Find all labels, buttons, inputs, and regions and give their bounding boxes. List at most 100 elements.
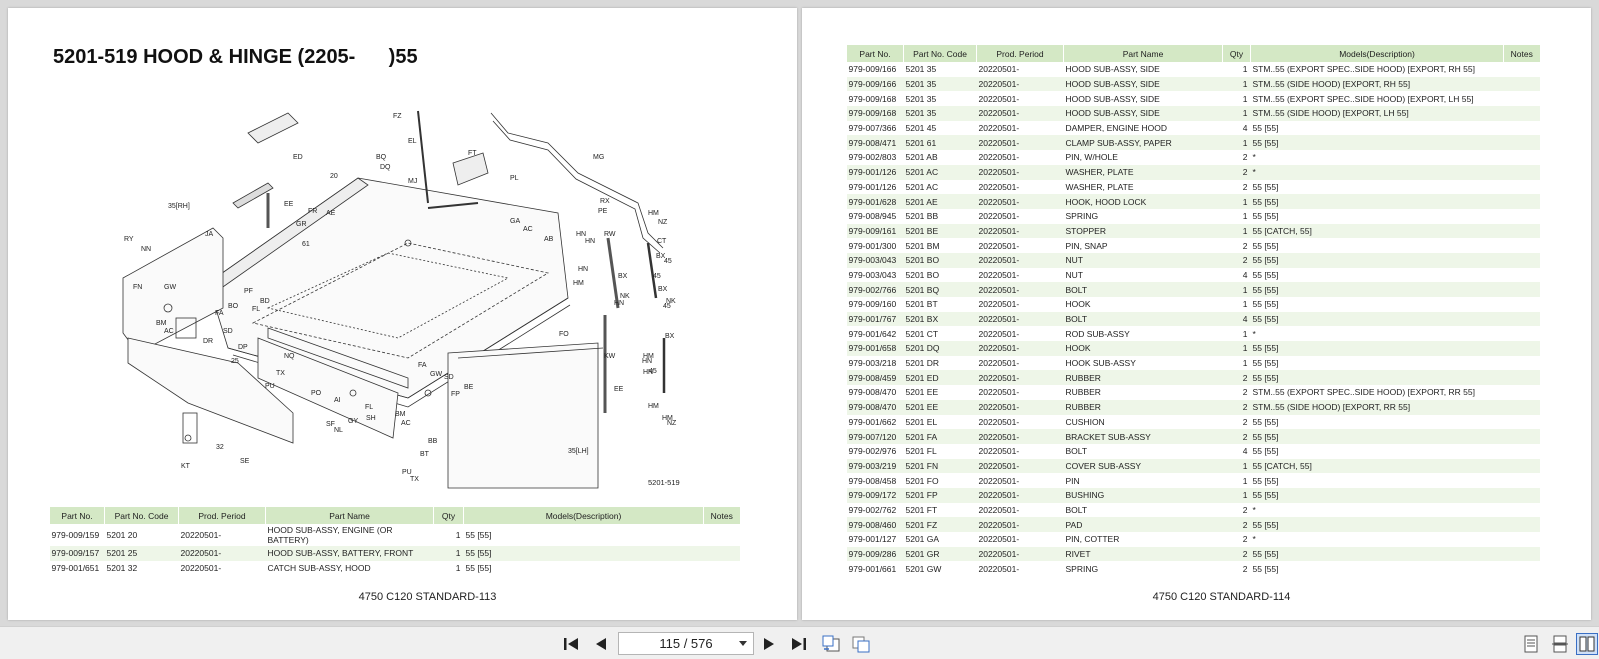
table-cell: STM..55 (SIDE HOOD) [EXPORT, RH 55] — [1250, 76, 1504, 92]
table-cell: 979-002/803 — [848, 152, 897, 163]
table-cell: 20220501- — [976, 223, 1064, 239]
callout-label: FL — [365, 404, 373, 411]
table-row: 979-001/642 5201 CT 20220501- ROD SUB-ASSY 1… — [847, 326, 1540, 341]
previous-page-button[interactable] — [590, 633, 612, 655]
callout-label: PO — [311, 390, 322, 397]
table-cell: 5201 CT — [905, 328, 939, 339]
single-page-view-button[interactable] — [1520, 633, 1542, 655]
callout-label: NL — [334, 427, 343, 434]
table-cell: 55 [55] — [1252, 446, 1279, 457]
table-row: 979-007/366 5201 45 20220501- DAMPER, ENGIN… — [847, 121, 1540, 136]
table-cell: 55 [55] — [463, 546, 704, 561]
next-page-button[interactable] — [758, 633, 780, 655]
table-cell: 979-003/219 — [846, 458, 904, 474]
table-cell: 20220501- — [978, 328, 1020, 339]
column-header: Part No. Code — [903, 45, 977, 62]
table-cell: 2 — [1222, 370, 1251, 386]
single-page-icon — [1524, 635, 1538, 653]
table-cell — [1504, 180, 1540, 195]
table-cell: 55 [55] — [1250, 311, 1504, 327]
table-cell: 55 [55] — [465, 530, 492, 540]
table-cell: 979-003/043 — [848, 269, 897, 280]
table-cell: 20220501- — [978, 240, 1020, 251]
table-cell: 2 — [1242, 504, 1248, 515]
callout-label: SH — [366, 415, 376, 422]
table-cell: 55 [55] — [1250, 282, 1504, 297]
callout-label: RW — [604, 231, 616, 238]
callout-label: BX — [665, 333, 675, 340]
table-cell: 55 [55] — [1252, 211, 1279, 222]
callout-label: CT — [657, 238, 667, 245]
table-cell: PIN, W/HOLE — [1065, 152, 1118, 163]
table-cell: 5201 BT — [905, 299, 938, 310]
callout-label: PU — [402, 469, 412, 476]
table-row: 979-009/166 5201 35 20220501- HOOD SUB-ASSY… — [847, 62, 1540, 77]
table-cell: 20220501- — [978, 504, 1020, 515]
table-row: 979-001/658 5201 DQ 20220501- HOOK 1 55 [55] — [846, 341, 1540, 356]
two-page-view-button[interactable] — [1576, 633, 1598, 655]
table-cell: 979-009/172 — [846, 487, 904, 503]
table-cell: RUBBER — [1065, 387, 1101, 398]
table-cell: * — [1250, 164, 1504, 180]
first-page-button[interactable] — [560, 633, 582, 655]
table-cell — [1503, 311, 1540, 327]
callout-label: HN — [614, 300, 624, 307]
table-cell — [1503, 252, 1540, 268]
table-cell: 1 — [1222, 135, 1251, 151]
table-cell: 55 [CATCH, 55] — [1250, 458, 1504, 474]
callout-label: HN — [585, 238, 595, 245]
table-cell — [1503, 223, 1540, 239]
table-cell: 55 [55] — [1252, 181, 1279, 192]
table-cell: STM..55 (EXPORT SPEC..SIDE HOOD) [EXPORT… — [1252, 387, 1475, 398]
callout-label: PU — [265, 383, 275, 390]
callout-label: KW — [604, 353, 616, 360]
table-cell: 979-001/126 — [846, 164, 904, 180]
right-page: Part No. Part No. Code Prod. Period Part Na… — [802, 8, 1591, 620]
table-row: 979-001/126 5201 AC 20220501- WASHER, PLATE… — [847, 180, 1540, 195]
table-cell — [1504, 209, 1540, 224]
table-cell: 20220501- — [976, 487, 1064, 503]
table-cell — [1503, 76, 1540, 92]
table-cell — [1503, 194, 1540, 209]
page-footer: 4750 C120 STANDARD-113 — [358, 591, 497, 603]
table-cell: 1 — [1222, 458, 1251, 474]
table-cell: 1 — [1222, 487, 1251, 503]
table-cell: 5201 20 — [106, 530, 138, 540]
table-cell — [1504, 356, 1540, 371]
table-cell: 979-009/286 — [846, 546, 904, 562]
column-header: Prod. Period — [178, 507, 266, 524]
first-page-icon — [564, 638, 578, 650]
two-page-icon — [1579, 636, 1595, 652]
table-cell: 979-009/157 — [49, 546, 105, 561]
table-cell: STM..55 (SIDE HOOD) [EXPORT, LH 55] — [1250, 106, 1504, 121]
continuous-view-button[interactable] — [1549, 633, 1571, 655]
table-cell: 5201 35 — [903, 76, 977, 92]
callout-label: FA — [215, 310, 224, 317]
callout-label: MG — [593, 154, 604, 161]
table-cell: 979-009/166 — [846, 76, 904, 92]
rotate-button[interactable] — [820, 633, 842, 655]
table-cell — [1504, 297, 1540, 312]
table-cell: HOOK — [1065, 299, 1091, 310]
table-cell: 20220501- — [978, 475, 1020, 486]
page-number-select[interactable]: 115 / 576 — [618, 632, 754, 655]
table-cell: 20220501- — [978, 416, 1020, 427]
table-cell: 2 — [1242, 181, 1248, 192]
table-cell: 2 — [1242, 563, 1248, 574]
callout-label: GA — [510, 218, 520, 225]
callout-label: TX — [410, 476, 419, 483]
table-row: 979-003/043 5201 BO 20220501- NUT 2 55 [55] — [846, 252, 1540, 268]
table-cell: RIVET — [1063, 546, 1223, 562]
table-cell: BRACKET SUB-ASSY — [1063, 429, 1223, 444]
table-cell: 979-003/043 — [846, 252, 904, 268]
left-page: 5201-519 HOOD & HINGE (2205- )55 FZ EL F… — [8, 8, 797, 620]
table-cell: 20220501- — [976, 311, 1064, 327]
table-cell: 20220501- — [976, 282, 1064, 297]
callout-label: EE — [284, 201, 294, 208]
fit-page-button[interactable] — [850, 633, 872, 655]
table-cell: 979-008/460 — [846, 517, 904, 532]
last-page-button[interactable] — [788, 633, 810, 655]
table-row: 979-008/458 5201 FO 20220501- PIN 1 55 [55] — [847, 473, 1540, 488]
callout-label: PE — [598, 208, 608, 215]
table-row: 979-008/470 5201 EE 20220501- RUBBER 2 STM..5… — [847, 385, 1540, 400]
